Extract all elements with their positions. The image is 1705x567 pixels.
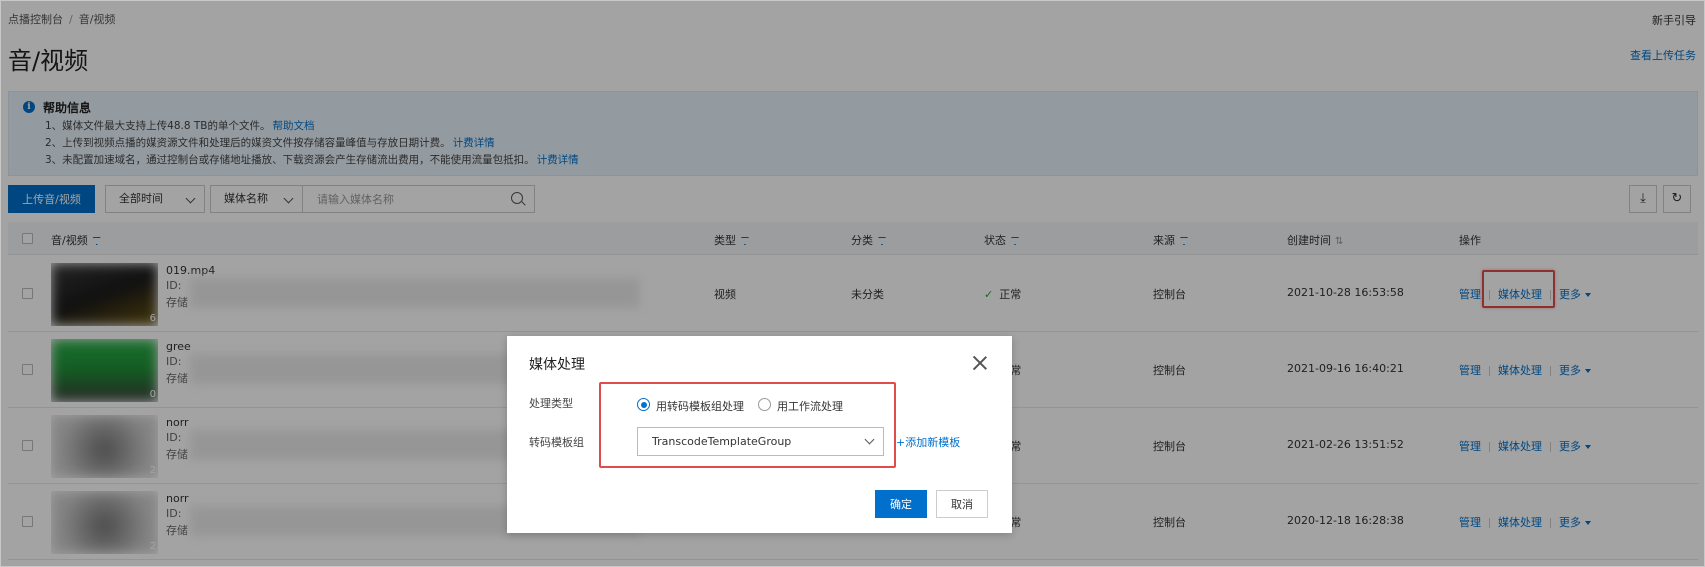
close-icon[interactable] — [972, 355, 988, 371]
media-process-dialog: 媒体处理 处理类型 用转码模板组处理 用工作流处理 转码模板组 Transcod… — [507, 336, 1012, 533]
options-highlight-box — [599, 382, 896, 468]
add-template-link[interactable]: +添加新模板 — [896, 434, 960, 450]
cancel-button[interactable]: 取消 — [936, 490, 988, 518]
app-frame: 点播控制台 / 音/视频 新手引导 音/视频 查看上传任务 i 帮助信息 1、媒体文… — [0, 0, 1705, 567]
process-type-label: 处理类型 — [529, 397, 573, 410]
template-group-label: 转码模板组 — [529, 436, 584, 449]
confirm-button[interactable]: 确定 — [875, 490, 927, 518]
dialog-title: 媒体处理 — [529, 357, 585, 373]
